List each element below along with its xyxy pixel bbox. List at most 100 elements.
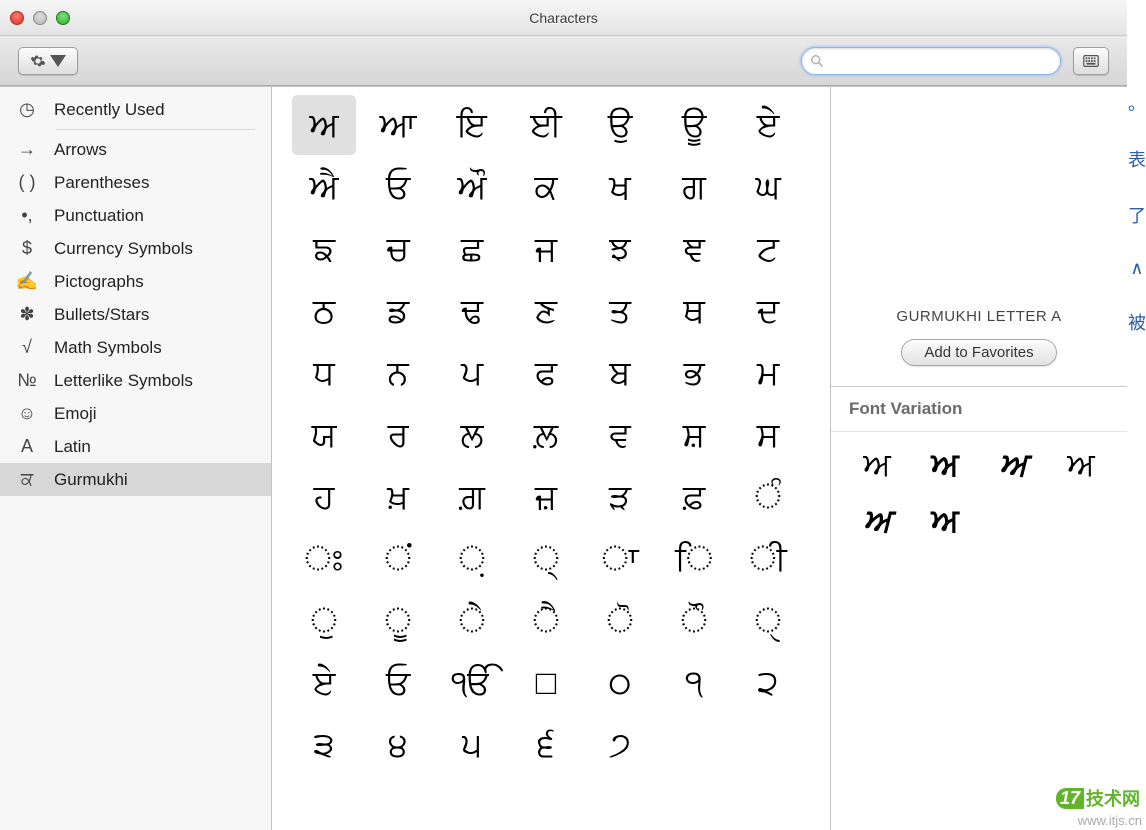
character-cell[interactable]: ਟ — [736, 219, 800, 279]
character-cell[interactable]: ੩ — [292, 715, 356, 775]
sidebar-item-bullets-stars[interactable]: ✽Bullets/Stars — [0, 298, 271, 331]
character-cell[interactable]: ਂ — [366, 529, 430, 589]
character-cell[interactable]: ਔ — [440, 157, 504, 217]
character-cell[interactable]: ੈ — [514, 591, 578, 651]
character-cell[interactable]: ਲ਼ — [514, 405, 578, 465]
font-variation-cell[interactable]: ਅ — [849, 446, 905, 484]
sidebar-item-emoji[interactable]: ☺Emoji — [0, 397, 271, 430]
character-cell[interactable]: ਗ਼ — [440, 467, 504, 527]
punct-icon: •, — [14, 205, 40, 226]
character-cell[interactable]: ਖ — [588, 157, 652, 217]
character-cell[interactable]: ਭ — [662, 343, 726, 403]
character-cell[interactable]: ਡ — [366, 281, 430, 341]
character-cell[interactable]: ੜ — [588, 467, 652, 527]
character-cell[interactable]: ਆ — [366, 95, 430, 155]
sidebar-item-pictographs[interactable]: ✍Pictographs — [0, 265, 271, 298]
character-cell[interactable]: ਜ — [514, 219, 578, 279]
character-cell[interactable]: ੬ — [514, 715, 578, 775]
character-cell[interactable]: ਲ — [440, 405, 504, 465]
character-cell[interactable]: ਉ — [588, 95, 652, 155]
character-cell[interactable]: ਸ — [736, 405, 800, 465]
character-cell[interactable]: ਘ — [736, 157, 800, 217]
character-cell[interactable]: ੧ — [662, 653, 726, 713]
character-cell[interactable]: ਇ — [440, 95, 504, 155]
character-cell[interactable]: ਪ — [440, 343, 504, 403]
character-cell[interactable]: ਝ — [588, 219, 652, 279]
character-cell[interactable]: ਦ — [736, 281, 800, 341]
character-cell[interactable]: ਊ — [662, 95, 726, 155]
character-cell[interactable]: □ — [514, 653, 578, 713]
character-cell[interactable]: ਕ — [514, 157, 578, 217]
font-variation-cell[interactable]: ਅ — [849, 502, 905, 540]
character-cell[interactable]: ਞ — [662, 219, 726, 279]
character-cell[interactable]: ਰ — [366, 405, 430, 465]
character-cell[interactable]: ੫ — [440, 715, 504, 775]
character-cell[interactable]: ਾ — [588, 529, 652, 589]
character-cell[interactable]: ਤ — [588, 281, 652, 341]
character-cell[interactable]: ਅ — [292, 95, 356, 155]
sidebar-item-gurmukhi[interactable]: ਕGurmukhi — [0, 463, 271, 496]
sidebar-item-recently-used[interactable]: ◷Recently Used — [0, 93, 271, 126]
character-cell[interactable]: ਹ — [292, 467, 356, 527]
action-menu-button[interactable] — [18, 47, 78, 75]
sidebar-item-latin[interactable]: ALatin — [0, 430, 271, 463]
character-cell[interactable]: ੑ — [736, 591, 800, 651]
character-cell[interactable]: ਙ — [292, 219, 356, 279]
sidebar-item-parentheses[interactable]: ( )Parentheses — [0, 166, 271, 199]
character-cell[interactable]: ੨ — [736, 653, 800, 713]
character-cell[interactable]: ਃ — [292, 529, 356, 589]
character-cell[interactable]: ੇ — [440, 591, 504, 651]
character-cell[interactable]: ੪ — [366, 715, 430, 775]
character-cell[interactable]: ੦ — [588, 653, 652, 713]
character-cell[interactable]: ਵ — [588, 405, 652, 465]
character-cell[interactable]: ਈ — [514, 95, 578, 155]
search-field[interactable] — [801, 47, 1061, 75]
character-cell[interactable]: ੍ — [514, 529, 578, 589]
character-cell[interactable]: ਏ — [736, 95, 800, 155]
character-cell[interactable]: ਓ — [366, 653, 430, 713]
character-cell[interactable]: ਧ — [292, 343, 356, 403]
character-cell[interactable]: ਢ — [440, 281, 504, 341]
search-input[interactable] — [830, 53, 1052, 68]
character-cell[interactable]: ਸ਼ — [662, 405, 726, 465]
character-cell[interactable]: ਖ਼ — [366, 467, 430, 527]
character-cell[interactable]: ਗ — [662, 157, 726, 217]
sidebar-item-math-symbols[interactable]: √Math Symbols — [0, 331, 271, 364]
sidebar-item-arrows[interactable]: →Arrows — [0, 133, 271, 166]
character-cell[interactable]: ਚ — [366, 219, 430, 279]
character-cell[interactable]: ਠ — [292, 281, 356, 341]
character-cell[interactable]: ਼ — [440, 529, 504, 589]
character-cell[interactable]: ਜ਼ — [514, 467, 578, 527]
add-to-favorites-button[interactable]: Add to Favorites — [901, 339, 1056, 366]
font-variation-cell[interactable]: ਅ — [917, 446, 973, 484]
sidebar-item-label: Emoji — [54, 404, 97, 424]
font-variation-cell[interactable]: ਅ — [985, 446, 1041, 484]
character-cell[interactable]: ਫ਼ — [662, 467, 726, 527]
character-cell[interactable]: ਬ — [588, 343, 652, 403]
sidebar-item-punctuation[interactable]: •,Punctuation — [0, 199, 271, 232]
character-cell[interactable]: ਮ — [736, 343, 800, 403]
character-cell[interactable]: ੁ — [292, 591, 356, 651]
character-cell[interactable]: ਫ — [514, 343, 578, 403]
character-cell[interactable]: ਥ — [662, 281, 726, 341]
character-cell[interactable]: ੂ — [366, 591, 430, 651]
character-cell[interactable]: ੋ — [588, 591, 652, 651]
character-cell[interactable]: ਯ — [292, 405, 356, 465]
character-cell[interactable]: ੌ — [662, 591, 726, 651]
character-cell[interactable]: ਓ — [366, 157, 430, 217]
character-cell[interactable]: ੀ — [736, 529, 800, 589]
character-viewer-toggle-button[interactable] — [1073, 47, 1109, 75]
sidebar-item-letterlike-symbols[interactable]: №Letterlike Symbols — [0, 364, 271, 397]
character-cell[interactable]: ਨ — [366, 343, 430, 403]
character-cell[interactable]: ੭ — [588, 715, 652, 775]
character-cell[interactable]: ਏ — [292, 653, 356, 713]
character-cell[interactable]: ਛ — [440, 219, 504, 279]
font-variation-cell[interactable]: ਅ — [1053, 446, 1109, 484]
sidebar-item-currency-symbols[interactable]: $Currency Symbols — [0, 232, 271, 265]
character-cell[interactable]: ਿ — [662, 529, 726, 589]
character-cell[interactable]: ਣ — [514, 281, 578, 341]
character-cell[interactable]: ੰ — [736, 467, 800, 527]
character-cell[interactable]: ੴ — [440, 653, 504, 713]
font-variation-cell[interactable]: ਅ — [917, 502, 973, 540]
character-cell[interactable]: ਐ — [292, 157, 356, 217]
